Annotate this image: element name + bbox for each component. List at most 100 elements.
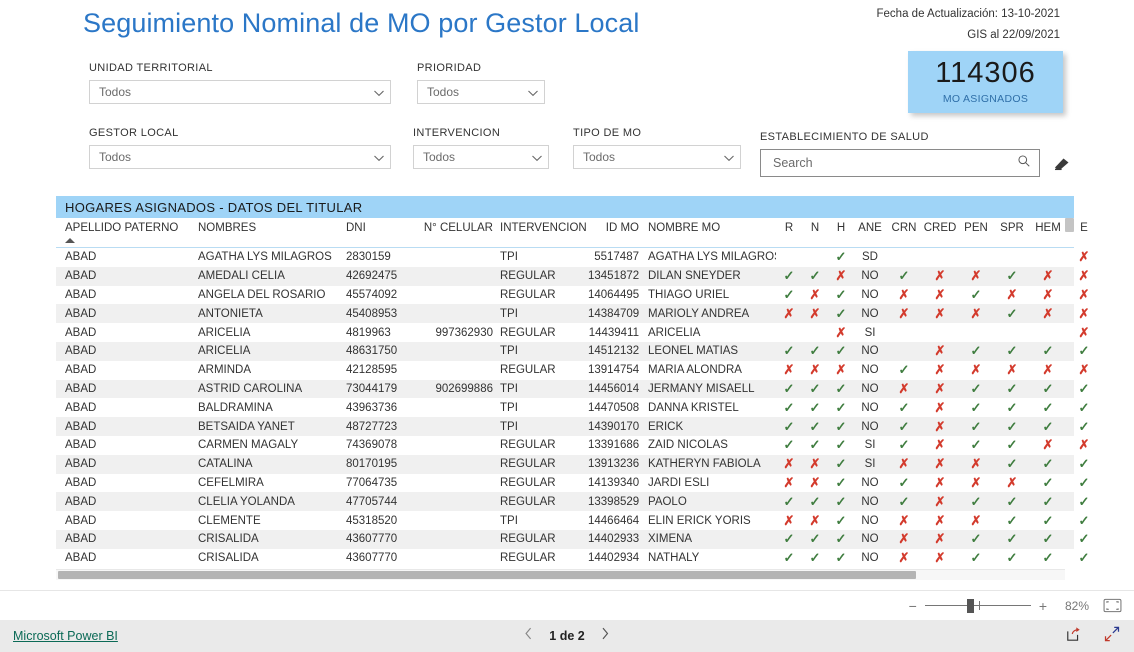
clear-filters-eraser-icon[interactable] (1052, 153, 1072, 173)
column-header-ane[interactable]: ANE (854, 222, 886, 234)
cell-r: ✗ (776, 306, 802, 322)
table-row[interactable]: ABAD ARMINDA 42128595 REGULAR 13914754 MARIA … (56, 361, 1089, 380)
column-header-crn[interactable]: CRN (886, 222, 922, 234)
cell-nom: BALDRAMINA (198, 401, 273, 414)
cell-r: ✗ (776, 456, 802, 472)
report-footer: Microsoft Power BI 1 de 2 (0, 620, 1134, 652)
share-icon[interactable] (1066, 626, 1082, 647)
column-header-apellido-paterno[interactable]: APELLIDO PATERNO (56, 222, 198, 234)
check-icon: ✓ (1042, 343, 1054, 359)
cell-int: TPI (500, 251, 518, 264)
check-icon: ✓ (1042, 512, 1054, 528)
table-row[interactable]: ABAD CLELIA YOLANDA 47705744 REGULAR 1339852… (56, 492, 1089, 512)
fullscreen-icon[interactable] (1104, 626, 1120, 647)
filter-dropdown-gestor-local[interactable]: Todos (89, 145, 391, 169)
table-row[interactable]: ABAD BALDRAMINA 43963736 TPI 14470508 DANNA K… (56, 398, 1089, 417)
column-header-n[interactable]: N (802, 222, 828, 234)
cell-ane: NO (861, 382, 879, 395)
cell-int: TPI (500, 307, 518, 320)
table-row[interactable]: ABAD ARICELIA 4819963 997362930 REGULAR 14439… (56, 323, 1089, 342)
cell-nom: CEFELMIRA (198, 476, 264, 489)
table-row[interactable]: ABAD ANTONIETA 45408953 TPI 14384709 MARIOLY … (56, 304, 1089, 324)
table-row[interactable]: ABAD CRISALIDA 43607770 REGULAR 14402934 NATH… (56, 549, 1089, 568)
cross-icon: ✗ (783, 362, 795, 378)
microsoft-power-bi-link[interactable]: Microsoft Power BI (13, 629, 118, 643)
vertical-scrollbar-thumb[interactable] (1065, 218, 1074, 232)
cell-h: ✓ (828, 437, 854, 453)
cross-icon: ✗ (934, 399, 946, 415)
table-row[interactable]: ABAD AGATHA LYS MILAGROS 2830159 TPI 5517487… (56, 248, 1089, 267)
cell-nmo: MARIOLY ANDREA (648, 307, 750, 320)
cell-spr: ✓ (994, 550, 1030, 566)
table-row[interactable]: ABAD BETSAIDA YANET 48727723 TPI 14390170 ERI… (56, 417, 1089, 436)
cell-h: ✓ (828, 249, 854, 265)
cross-icon: ✗ (934, 286, 946, 302)
table-row[interactable]: ABAD CEFELMIRA 77064735 REGULAR 14139340 JARD… (56, 474, 1089, 493)
check-icon: ✓ (783, 399, 795, 415)
cell-ap: ABAD (65, 326, 97, 339)
table-row[interactable]: ABAD CLEMENTE 45318520 TPI 14466464 ELIN ERIC… (56, 511, 1089, 530)
check-icon: ✓ (783, 493, 795, 509)
filter-value: Todos (99, 85, 132, 99)
cross-icon: ✗ (1078, 437, 1090, 453)
table-row[interactable]: ABAD ANGELA DEL ROSARIO 45574092 REGULAR 140… (56, 286, 1089, 305)
cell-cel: 902699886 (435, 382, 493, 395)
cell-crn: ✗ (886, 531, 922, 547)
previous-page-icon[interactable] (524, 627, 533, 645)
cell-cel: 997362930 (435, 326, 493, 339)
column-header-id-mo[interactable]: ID MO (588, 222, 648, 234)
column-header-h[interactable]: H (828, 222, 854, 234)
cross-icon: ✗ (1042, 268, 1054, 284)
table-row[interactable]: ABAD ARICELIA 48631750 TPI 14512132 LEONEL MA… (56, 341, 1089, 361)
column-header-nombre-mo[interactable]: NOMBRE MO (648, 222, 776, 234)
table-row[interactable]: ABAD CRISALIDA 43607770 REGULAR 14402933 XIME… (56, 529, 1089, 549)
column-header-celular[interactable]: N° CELULAR (422, 222, 500, 234)
zoom-out-button[interactable]: − (909, 598, 917, 614)
table-row[interactable]: ABAD ASTRID CAROLINA 73044179 902699886 TPI 1… (56, 379, 1089, 399)
search-box[interactable] (760, 149, 1040, 177)
column-header-dni[interactable]: DNI (346, 222, 422, 234)
cross-icon: ✗ (783, 474, 795, 490)
cell-spr: ✓ (994, 513, 1030, 529)
cell-dni: 73044179 (346, 382, 398, 395)
footer-action-icons (1066, 626, 1120, 647)
fit-to-page-icon[interactable] (1103, 598, 1122, 613)
column-header-r[interactable]: R (776, 222, 802, 234)
horizontal-scrollbar-thumb[interactable] (58, 571, 916, 579)
search-input[interactable] (771, 155, 1017, 171)
cell-hem: ✓ (1030, 343, 1066, 359)
column-header-pen[interactable]: PEN (958, 222, 994, 234)
column-header-spr[interactable]: SPR (994, 222, 1030, 234)
column-header-cred[interactable]: CRED (922, 222, 958, 234)
zoom-in-button[interactable]: + (1039, 598, 1047, 614)
filter-dropdown-unidad-territorial[interactable]: Todos (89, 80, 391, 104)
table-horizontal-scrollbar[interactable] (56, 569, 1065, 580)
next-page-icon[interactable] (601, 627, 610, 645)
column-header-hem[interactable]: HEM (1030, 222, 1066, 234)
cell-pen: ✓ (958, 550, 994, 566)
table-row[interactable]: ABAD CATALINA 80170195 REGULAR 13913236 KATHE… (56, 454, 1089, 474)
filter-dropdown-tipo-de-mo[interactable]: Todos (573, 145, 741, 169)
cell-h: ✓ (828, 419, 854, 435)
column-header-nombres[interactable]: NOMBRES (198, 222, 346, 234)
cell-idmo: 13913236 (588, 458, 640, 471)
zoom-slider-thumb[interactable] (966, 598, 974, 613)
zoom-slider[interactable] (924, 598, 1031, 613)
chevron-down-icon (527, 87, 538, 98)
cell-int: TPI (500, 514, 518, 527)
cell-ap: ABAD (65, 270, 97, 283)
table-title: HOGARES ASIGNADOS - DATOS DEL TITULAR (56, 196, 1074, 218)
filter-dropdown-prioridad[interactable]: Todos (417, 80, 545, 104)
table-row[interactable]: ABAD AMEDALI CELIA 42692475 REGULAR 13451872… (56, 266, 1089, 286)
table-vertical-scrollbar[interactable] (1065, 218, 1074, 564)
filter-dropdown-intervencion[interactable]: Todos (413, 145, 549, 169)
cell-r: ✓ (776, 400, 802, 416)
cell-nmo: KATHERYN FABIOLA (648, 458, 761, 471)
kpi-card-mo-asignados[interactable]: 114306 MO ASIGNADOS (908, 51, 1063, 113)
column-header-intervencion[interactable]: INTERVENCION (500, 222, 588, 234)
cross-icon: ✗ (1042, 286, 1054, 302)
table-row[interactable]: ABAD CARMEN MAGALY 74369078 REGULAR 13391686… (56, 436, 1089, 455)
check-icon: ✓ (898, 268, 910, 284)
chevron-down-icon (373, 152, 384, 163)
search-icon[interactable] (1017, 154, 1031, 173)
